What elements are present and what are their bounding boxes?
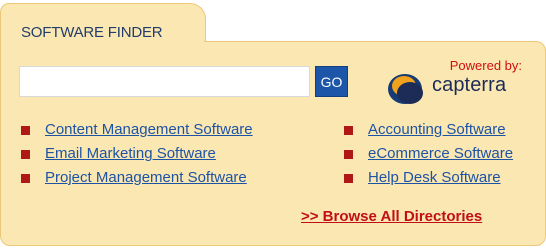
accounting-software-link[interactable]: Accounting Software	[368, 121, 506, 138]
search-input[interactable]	[19, 66, 310, 97]
square-bullet-icon	[344, 150, 353, 159]
browse-all-directories-link[interactable]: >> Browse All Directories	[301, 208, 482, 225]
ecommerce-software-link[interactable]: eCommerce Software	[368, 145, 513, 162]
email-marketing-software-link[interactable]: Email Marketing Software	[45, 145, 216, 162]
capterra-logo-icon	[388, 74, 423, 104]
tab-panel-joint	[1, 39, 204, 44]
square-bullet-icon	[344, 174, 353, 183]
go-button[interactable]: GO	[315, 66, 348, 97]
powered-by-label: Powered by:	[449, 58, 522, 73]
project-management-software-link[interactable]: Project Management Software	[45, 169, 247, 186]
square-bullet-icon	[21, 126, 30, 135]
content-management-software-link[interactable]: Content Management Software	[45, 121, 253, 138]
software-finder-widget: SOFTWARE FINDER GO Powered by: capterra …	[0, 0, 546, 250]
square-bullet-icon	[21, 174, 30, 183]
square-bullet-icon	[21, 150, 30, 159]
help-desk-software-link[interactable]: Help Desk Software	[368, 169, 501, 186]
square-bullet-icon	[344, 126, 353, 135]
capterra-wordmark: capterra	[432, 74, 507, 96]
